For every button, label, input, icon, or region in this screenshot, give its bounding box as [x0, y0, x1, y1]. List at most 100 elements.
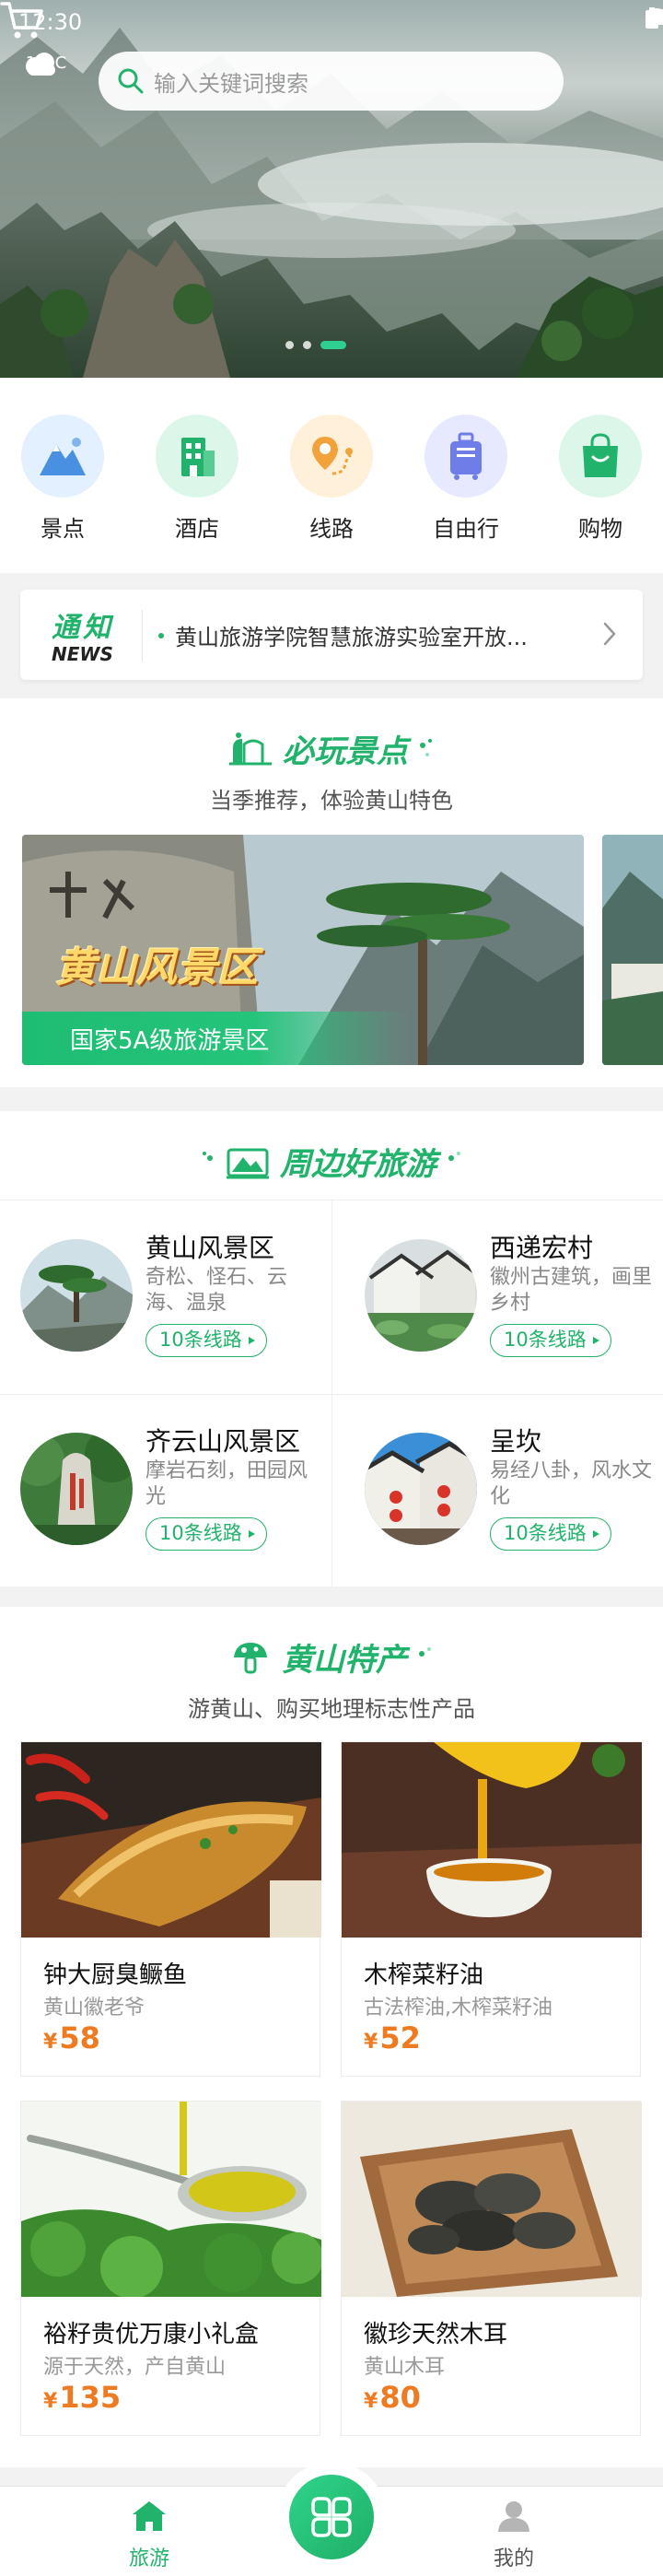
- tour-desc: 摩岩石刻，田园风光: [145, 1459, 308, 1508]
- search-input[interactable]: 输入关键词搜索: [99, 52, 564, 111]
- notice-bullet: [158, 633, 164, 638]
- product-brand: 黄山徽老爷: [43, 1996, 145, 2020]
- tour-routes-button[interactable]: 10条线路: [145, 1324, 267, 1357]
- nearby-header: 周边好旅游: [0, 1139, 663, 1184]
- product-name: 木榨菜籽油: [364, 1961, 484, 1989]
- clover-grid-icon: [311, 2497, 352, 2537]
- decor-dots-icon: [448, 1151, 460, 1161]
- weather-widget[interactable]: 18°C: [22, 52, 70, 76]
- specialties-title-wrap: 黄山特产: [230, 1634, 433, 1680]
- category-icon-wrap: [559, 415, 642, 498]
- must-visit-title: 必玩景点: [283, 733, 408, 770]
- specialties-section: 黄山特产 游黄山、购买地理标志性产品 钟大厨臭鳜鱼 黄山徽老爷 ¥58 木榨菜籽…: [0, 1607, 663, 2467]
- product-name: 裕籽贵优万康小礼盒: [43, 2321, 260, 2348]
- nearby-title: 周边好旅游: [280, 1146, 436, 1183]
- tour-routes-button[interactable]: 10条线路: [490, 1324, 611, 1357]
- must-visit-subtitle: 当季推荐，体验黄山特色: [210, 788, 453, 814]
- center-menu-button[interactable]: [289, 2475, 374, 2559]
- chengkan-thumbnail-image: [365, 1433, 477, 1545]
- carousel-dot[interactable]: [303, 341, 311, 349]
- tab-label: 我的: [493, 2547, 534, 2570]
- next-banner-preview[interactable]: [602, 835, 663, 1065]
- must-visit-title-wrap: 必玩景点: [229, 726, 434, 771]
- carousel-dot-active[interactable]: [320, 341, 346, 349]
- category-label: 景点: [41, 516, 85, 542]
- wood-ear-image: [342, 2102, 642, 2297]
- product-card-fish[interactable]: 钟大厨臭鳜鱼 黄山徽老爷 ¥58: [20, 1741, 321, 2077]
- tour-card-huangshan[interactable]: 黄山风景区 奇松、怪石、云海、温泉 10条线路: [0, 1200, 332, 1394]
- battery-icon: [646, 7, 658, 29]
- product-card-gift-box[interactable]: 裕籽贵优万康小礼盒 源于天然，产自黄山 ¥135: [20, 2101, 321, 2436]
- product-card-fungus[interactable]: 徽珍天然木耳 黄山木耳 ¥80: [341, 2101, 642, 2436]
- category-route[interactable]: 线路: [281, 415, 382, 543]
- category-label: 购物: [578, 516, 622, 542]
- currency-symbol: ¥: [364, 2031, 378, 2054]
- tour-card-xidi-hongcun[interactable]: 西递宏村 徽州古建筑，画里乡村 10条线路: [344, 1200, 663, 1394]
- product-name: 徽珍天然木耳: [364, 2321, 508, 2348]
- category-free-travel[interactable]: 自由行: [415, 415, 517, 543]
- tour-card-qiyunshan[interactable]: 齐云山风景区 摩岩石刻，田园风光 10条线路: [0, 1394, 332, 1587]
- hero-banner[interactable]: 12:30 18°C 输入关键词搜索: [0, 0, 663, 378]
- notice-bar[interactable]: 通知 NEWS 黄山旅游学院智慧旅游实验室开放...: [20, 590, 643, 680]
- currency-symbol: ¥: [43, 2031, 58, 2054]
- product-price: ¥80: [364, 2380, 421, 2415]
- tour-thumbnail: [365, 1239, 477, 1352]
- tour-desc: 易经八卦，风水文化: [490, 1459, 653, 1508]
- category-hotel[interactable]: 酒店: [146, 415, 248, 543]
- next-banner-image: [602, 835, 663, 1065]
- product-image: [342, 2102, 642, 2297]
- tour-thumbnail: [365, 1433, 477, 1545]
- notice-section: 通知 NEWS 黄山旅游学院智慧旅游实验室开放...: [0, 573, 663, 693]
- product-price: ¥52: [364, 2020, 421, 2055]
- specialties-subtitle: 游黄山、购买地理标志性产品: [188, 1696, 475, 1722]
- shopping-bag-icon: [583, 433, 618, 477]
- decor-dots-icon: [419, 1646, 431, 1657]
- category-shopping[interactable]: 购物: [550, 415, 651, 543]
- oil-spoon-image: [21, 2102, 321, 2297]
- rapeseed-oil-image: [342, 1742, 642, 1938]
- category-icon-wrap: [21, 415, 104, 498]
- tab-mine[interactable]: 我的: [459, 2500, 569, 2571]
- home-icon: [133, 2501, 166, 2531]
- mountain-outline-icon: [229, 732, 272, 765]
- tour-routes-button[interactable]: 10条线路: [490, 1517, 611, 1551]
- carousel-dot[interactable]: [285, 341, 294, 349]
- specialties-title: 黄山特产: [282, 1642, 407, 1679]
- tour-card-chengkan[interactable]: 呈坎 易经八卦，风水文化 10条线路: [344, 1394, 663, 1587]
- product-brand: 源于天然，产自黄山: [43, 2356, 227, 2379]
- category-label: 自由行: [433, 516, 499, 542]
- decor-dots-icon: [203, 1151, 213, 1161]
- tour-thumbnail: [20, 1239, 133, 1352]
- price-value: 80: [379, 2380, 421, 2415]
- mushroom-icon: [234, 1642, 267, 1673]
- product-brand: 黄山木耳: [364, 2356, 446, 2379]
- xidi-thumbnail-image: [365, 1239, 477, 1352]
- tour-name: 齐云山风景区: [145, 1426, 301, 1457]
- route-pin-icon: [312, 437, 353, 475]
- notice-title: 通知: [52, 612, 114, 644]
- scenic-banner-card[interactable]: 黄山风景区 国家5A级旅游景区: [22, 835, 584, 1065]
- tour-routes-button[interactable]: 10条线路: [145, 1517, 267, 1551]
- category-label: 线路: [309, 516, 354, 542]
- building-icon: [181, 438, 215, 476]
- chevron-right-icon: [603, 622, 616, 646]
- decor-dots-icon: [420, 738, 432, 756]
- qiyunshan-thumbnail-image: [20, 1433, 133, 1545]
- category-icon-wrap: [290, 415, 373, 498]
- product-image: [342, 1742, 642, 1938]
- status-bar: 12:30: [0, 0, 663, 46]
- carousel-indicator: [285, 341, 346, 349]
- cart-icon[interactable]: [0, 0, 44, 41]
- must-visit-header: 必玩景点 当季推荐，体验黄山特色: [0, 726, 663, 814]
- luggage-icon: [450, 432, 482, 480]
- category-scenic[interactable]: 景点: [12, 415, 113, 543]
- huangshan-thumbnail-image: [20, 1239, 133, 1352]
- banner-title: 黄山风景区: [55, 944, 258, 991]
- price-value: 135: [59, 2380, 122, 2415]
- notice-subtitle: NEWS: [52, 643, 113, 665]
- product-price: ¥58: [43, 2020, 100, 2055]
- tab-travel[interactable]: 旅游: [94, 2500, 204, 2571]
- product-card-oil[interactable]: 木榨菜籽油 古法榨油,木榨菜籽油 ¥52: [341, 1741, 642, 2077]
- tour-thumbnail: [20, 1433, 133, 1545]
- mountain-icon: [40, 438, 86, 475]
